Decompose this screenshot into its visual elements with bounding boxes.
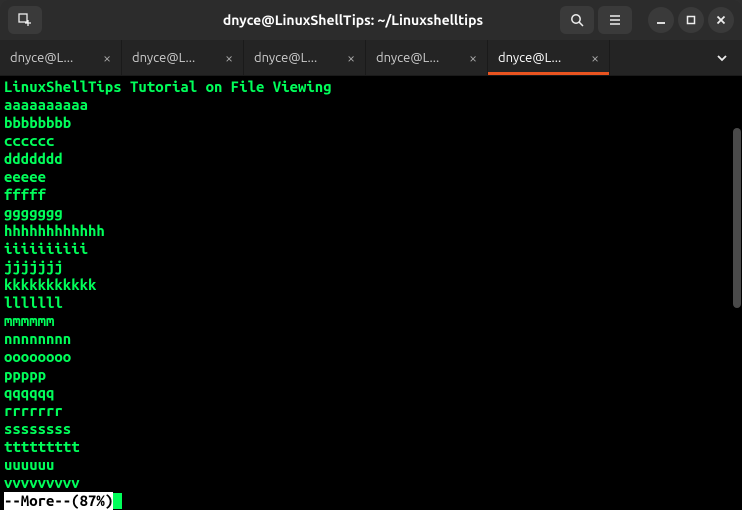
terminal-line: ggggggg xyxy=(4,204,738,222)
terminal-line: oooooooo xyxy=(4,348,738,366)
menu-button[interactable] xyxy=(598,6,632,34)
terminal-line: iiiiiiiiii xyxy=(4,240,738,258)
maximize-icon xyxy=(685,14,697,26)
tab-close-icon[interactable]: × xyxy=(347,50,355,66)
tab-label: dnyce@L... xyxy=(376,51,439,65)
tab-close-icon[interactable]: × xyxy=(225,50,233,66)
terminal-line: jjjjjjj xyxy=(4,258,738,276)
search-icon xyxy=(570,13,584,27)
terminal-line: ssssssss xyxy=(4,420,738,438)
terminal-line: fffff xyxy=(4,186,738,204)
tab-close-icon[interactable]: × xyxy=(469,50,477,66)
terminal-line: kkkkkkkkkkk xyxy=(4,276,738,294)
terminal-line: qqqqqq xyxy=(4,384,738,402)
window-titlebar: dnyce@LinuxShellTips: ~/Linuxshelltips xyxy=(0,0,742,40)
terminal-line: lllllll xyxy=(4,294,738,312)
scrollbar-thumb[interactable] xyxy=(733,128,741,308)
search-button[interactable] xyxy=(560,6,594,34)
terminal-cursor xyxy=(113,493,122,509)
terminal-line: ddddddd xyxy=(4,150,738,168)
tabs-dropdown-button[interactable] xyxy=(702,40,742,75)
tab-close-icon[interactable]: × xyxy=(591,50,599,66)
terminal-line: vvvvvvvvv xyxy=(4,474,738,492)
window-title: dnyce@LinuxShellTips: ~/Linuxshelltips xyxy=(150,12,556,28)
new-tab-button[interactable] xyxy=(8,6,42,34)
scrollbar[interactable] xyxy=(732,78,742,498)
terminal-line: aaaaaaaaaa xyxy=(4,96,738,114)
terminal-line: cccccc xyxy=(4,132,738,150)
terminal-line: ppppp xyxy=(4,366,738,384)
close-icon xyxy=(715,14,727,26)
tab-bar: dnyce@L... × dnyce@L... × dnyce@L... × d… xyxy=(0,40,742,76)
terminal-line: eeeee xyxy=(4,168,738,186)
close-button[interactable] xyxy=(708,7,734,33)
tab-close-icon[interactable]: × xyxy=(103,50,111,66)
terminal-line: mmmmmm xyxy=(4,312,738,330)
minimize-button[interactable] xyxy=(648,7,674,33)
tab-label: dnyce@L... xyxy=(10,51,73,65)
more-prompt-line: --More--(87%) xyxy=(4,492,738,510)
terminal-line: nnnnnnnn xyxy=(4,330,738,348)
new-tab-icon xyxy=(18,13,32,27)
terminal-tab[interactable]: dnyce@L... × xyxy=(122,40,244,75)
minimize-icon xyxy=(655,14,667,26)
terminal-tab[interactable]: dnyce@L... × xyxy=(0,40,122,75)
tab-label: dnyce@L... xyxy=(132,51,195,65)
more-status: --More--(87%) xyxy=(4,492,113,510)
terminal-line: uuuuuu xyxy=(4,456,738,474)
terminal-tab[interactable]: dnyce@L... × xyxy=(488,40,610,75)
terminal-line: rrrrrrr xyxy=(4,402,738,420)
chevron-down-icon xyxy=(715,51,729,65)
terminal-viewport[interactable]: LinuxShellTips Tutorial on File Viewing … xyxy=(0,76,742,510)
maximize-button[interactable] xyxy=(678,7,704,33)
terminal-line: hhhhhhhhhhhh xyxy=(4,222,738,240)
hamburger-icon xyxy=(608,13,622,27)
terminal-line: bbbbbbbb xyxy=(4,114,738,132)
terminal-line: LinuxShellTips Tutorial on File Viewing xyxy=(4,78,738,96)
tab-label: dnyce@L... xyxy=(498,51,561,65)
terminal-tab[interactable]: dnyce@L... × xyxy=(366,40,488,75)
tab-label: dnyce@L... xyxy=(254,51,317,65)
terminal-tab[interactable]: dnyce@L... × xyxy=(244,40,366,75)
terminal-line: ttttttttt xyxy=(4,438,738,456)
